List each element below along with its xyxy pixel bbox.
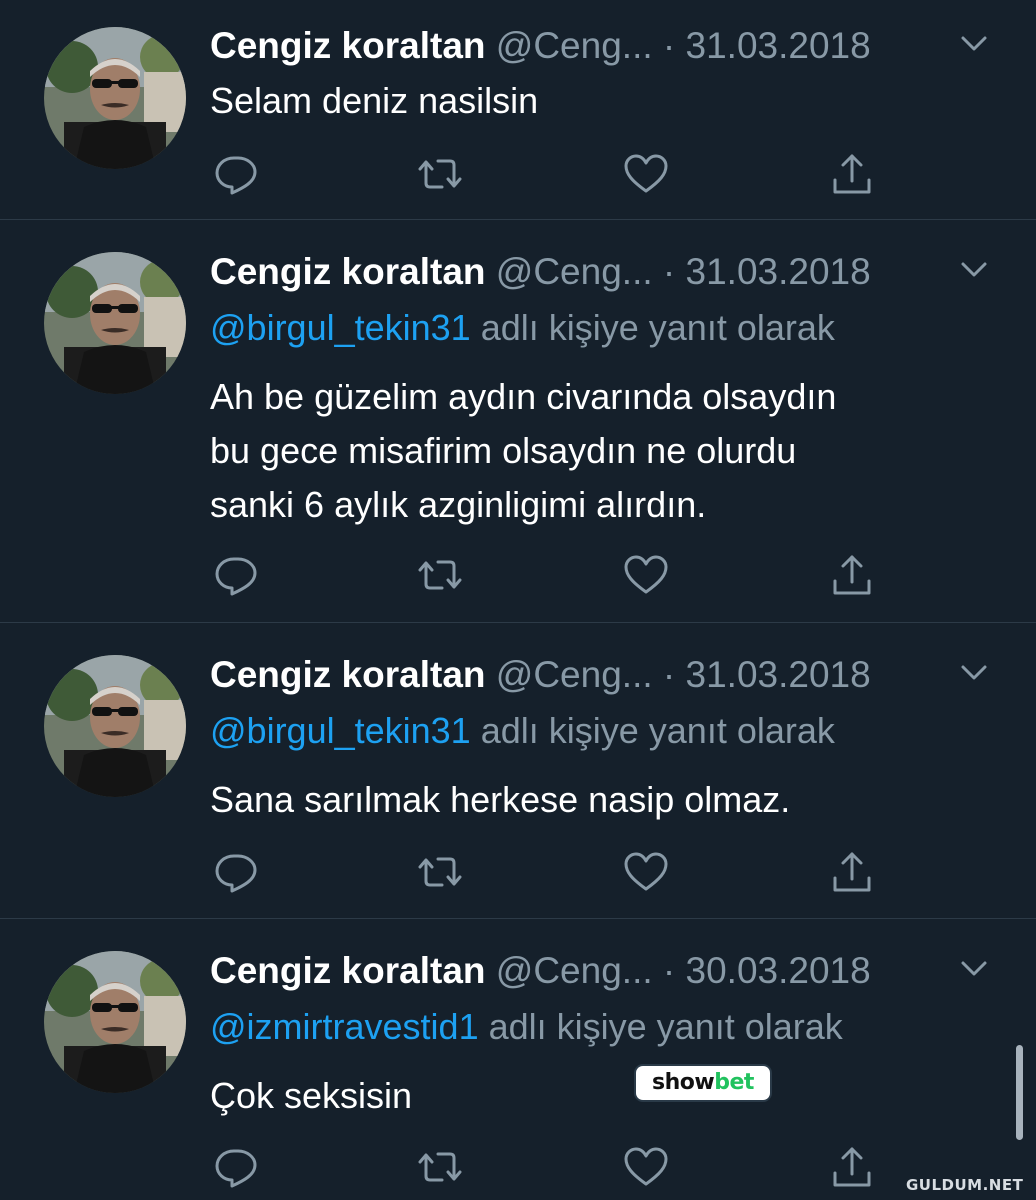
share-icon[interactable] [828, 150, 876, 198]
tweet-text: Çok seksisin [210, 1075, 413, 1116]
tweet-timeline: Cengiz koraltan @Ceng... · 31.03.2018 Se… [0, 0, 1036, 1200]
reply-icon[interactable] [212, 848, 260, 896]
author-handle[interactable]: @Ceng... [496, 950, 653, 991]
avatar-photo [44, 655, 186, 797]
reply-context-label: adlı kişiye yanıt olarak [488, 1006, 843, 1047]
avatar[interactable] [44, 27, 186, 169]
reply-icon[interactable] [212, 150, 260, 198]
separator-dot: · [662, 950, 676, 991]
avatar[interactable] [44, 951, 186, 1093]
chevron-down-icon[interactable] [960, 260, 988, 280]
tweet-actions [0, 551, 1036, 599]
tweet-text: Ah be güzelim aydın civarında olsaydın b… [210, 376, 837, 525]
author-name[interactable]: Cengiz koraltan [210, 654, 486, 695]
author-name[interactable]: Cengiz koraltan [210, 251, 486, 292]
share-icon[interactable] [828, 551, 876, 599]
tweet-item[interactable]: Cengiz koraltan @Ceng... · 31.03.2018 @b… [0, 220, 1036, 623]
reply-context: @izmirtravestid1 adlı kişiye yanıt olara… [210, 1003, 843, 1051]
avatar-photo [44, 27, 186, 169]
tweet-header: Cengiz koraltan @Ceng... · 31.03.2018 [210, 22, 1010, 70]
retweet-icon[interactable] [416, 551, 464, 599]
share-icon[interactable] [828, 848, 876, 896]
reply-mention-link[interactable]: @izmirtravestid1 [210, 1006, 479, 1047]
separator-dot: · [662, 251, 676, 292]
reply-icon[interactable] [212, 551, 260, 599]
author-handle[interactable]: @Ceng... [496, 25, 653, 66]
tweet-date[interactable]: 31.03.2018 [686, 25, 871, 66]
tweet-item[interactable]: Cengiz koraltan @Ceng... · 31.03.2018 @b… [0, 623, 1036, 919]
like-icon[interactable] [622, 150, 670, 198]
tweet-date[interactable]: 31.03.2018 [686, 654, 871, 695]
tweet-header: Cengiz koraltan @Ceng... · 31.03.2018 [210, 651, 1010, 699]
avatar[interactable] [44, 655, 186, 797]
like-icon[interactable] [622, 1143, 670, 1191]
share-icon[interactable] [828, 1143, 876, 1191]
tweet-actions [0, 848, 1036, 896]
avatar-photo [44, 951, 186, 1093]
chevron-down-icon[interactable] [960, 663, 988, 683]
retweet-icon[interactable] [416, 1143, 464, 1191]
tweet-date[interactable]: 31.03.2018 [686, 251, 871, 292]
brand-logo-part2: bet [714, 1070, 754, 1095]
tweet-actions [0, 150, 1036, 198]
author-handle[interactable]: @Ceng... [496, 654, 653, 695]
chevron-down-icon[interactable] [960, 34, 988, 54]
brand-logo-badge: showbet [636, 1066, 770, 1100]
like-icon[interactable] [622, 848, 670, 896]
reply-mention-link[interactable]: @birgul_tekin31 [210, 710, 471, 751]
reply-mention-link[interactable]: @birgul_tekin31 [210, 307, 471, 348]
like-icon[interactable] [622, 551, 670, 599]
separator-dot: · [662, 654, 676, 695]
reply-context-label: adlı kişiye yanıt olarak [480, 710, 835, 751]
reply-icon[interactable] [212, 1143, 260, 1191]
reply-context: @birgul_tekin31 adlı kişiye yanıt olarak [210, 304, 835, 352]
avatar[interactable] [44, 252, 186, 394]
tweet-header: Cengiz koraltan @Ceng... · 30.03.2018 [210, 947, 1010, 995]
tweet-item[interactable]: Cengiz koraltan @Ceng... · 30.03.2018 @i… [0, 919, 1036, 1200]
author-handle[interactable]: @Ceng... [496, 251, 653, 292]
scrollbar-thumb[interactable] [1016, 1045, 1023, 1140]
tweet-actions [0, 1143, 1036, 1191]
reply-context: @birgul_tekin31 adlı kişiye yanıt olarak [210, 707, 835, 755]
tweet-date[interactable]: 30.03.2018 [686, 950, 871, 991]
brand-logo-part1: show [652, 1070, 715, 1095]
avatar-photo [44, 252, 186, 394]
retweet-icon[interactable] [416, 848, 464, 896]
tweet-text: Selam deniz nasilsin [210, 80, 539, 121]
retweet-icon[interactable] [416, 150, 464, 198]
author-name[interactable]: Cengiz koraltan [210, 25, 486, 66]
tweet-item[interactable]: Cengiz koraltan @Ceng... · 31.03.2018 Se… [0, 0, 1036, 220]
reply-context-label: adlı kişiye yanıt olarak [480, 307, 835, 348]
author-name[interactable]: Cengiz koraltan [210, 950, 486, 991]
tweet-header: Cengiz koraltan @Ceng... · 31.03.2018 [210, 248, 1010, 296]
separator-dot: · [662, 25, 676, 66]
tweet-text: Sana sarılmak herkese nasip olmaz. [210, 779, 791, 820]
site-watermark: GULDUM.NET [906, 1176, 1024, 1194]
chevron-down-icon[interactable] [960, 959, 988, 979]
